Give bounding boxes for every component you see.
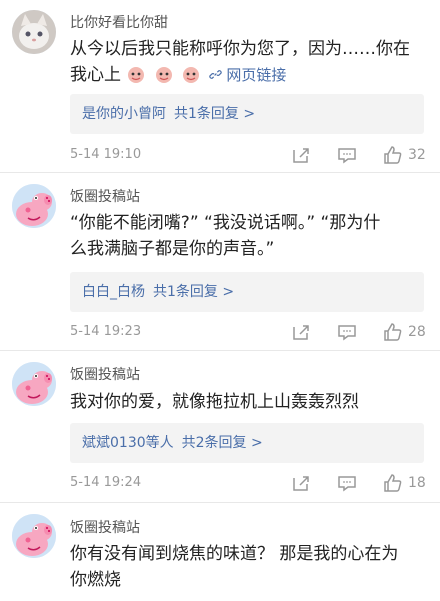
comment-text-line1: 从今以后我只能称呼你为您了，因为……你在 <box>70 39 410 59</box>
comment-text-line1: 你有没有闻到烧焦的味道？ 那是我的心在为 <box>70 544 399 564</box>
comment-meta: 5-14 19:24 18 <box>70 472 432 496</box>
reply-summary[interactable]: 白白_白杨 共1条回复 > <box>70 272 424 312</box>
avatar[interactable] <box>12 10 56 54</box>
reply-author[interactable]: 白白_白杨 <box>82 284 145 300</box>
timestamp: 5-14 19:10 <box>70 147 142 162</box>
divider <box>0 350 440 351</box>
comment-text-line2: 你燃烧 <box>70 570 121 590</box>
avatar[interactable] <box>12 362 56 406</box>
reply-count[interactable]: 共1条回复 > <box>174 106 255 122</box>
comment-text: “你能不能闭嘴?” “我没说话啊。” “那为什 么我满脑子都是你的声音。” <box>70 210 432 262</box>
reply-count[interactable]: 共2条回复 > <box>182 435 263 451</box>
timestamp: 5-14 19:23 <box>70 324 142 339</box>
reply-count[interactable]: 共1条回复 > <box>153 284 234 300</box>
avatar[interactable] <box>12 184 56 228</box>
reply-author[interactable]: 是你的小曾阿 <box>82 106 166 122</box>
emoji-icon <box>155 67 172 83</box>
timestamp: 5-14 19:24 <box>70 475 142 490</box>
share-icon[interactable] <box>290 144 312 166</box>
comment-text-line1: “你能不能闭嘴?” “我没说话啊。” “那为什 <box>70 213 381 233</box>
thumbs-up-icon[interactable] <box>382 472 404 494</box>
divider <box>0 172 440 173</box>
web-link-label[interactable]: 网页链接 <box>226 66 286 84</box>
username[interactable]: 比你好看比你甜 <box>70 12 168 32</box>
web-link[interactable]: 网页链接 <box>208 66 286 84</box>
thumbs-up-icon[interactable] <box>382 321 404 343</box>
peppa-pig-avatar-icon <box>12 362 56 406</box>
divider <box>0 502 440 503</box>
comment-text-line2: 我心上 网页链接 <box>70 62 432 88</box>
comment-icon[interactable] <box>336 144 358 166</box>
emoji-icon <box>128 67 145 83</box>
share-icon[interactable] <box>290 472 312 494</box>
comment-meta: 5-14 19:23 28 <box>70 321 432 345</box>
comment-meta: 5-14 19:10 32 <box>70 144 432 168</box>
thumbs-up-icon[interactable] <box>382 144 404 166</box>
cat-avatar-icon <box>12 10 56 54</box>
username[interactable]: 饭圈投稿站 <box>70 517 140 537</box>
peppa-pig-avatar-icon <box>12 514 56 558</box>
comment-text-line1: 我对你的爱，就像拖拉机上山轰轰烈烈 <box>70 392 359 412</box>
reply-summary[interactable]: 是你的小曾阿 共1条回复 > <box>70 94 424 134</box>
like-count: 32 <box>408 147 426 163</box>
comment-text: 从今以后我只能称呼你为您了，因为……你在 我心上 网页链接 <box>70 36 432 88</box>
comment-text-line2-text: 我心上 <box>70 65 121 85</box>
emoji-icon <box>183 67 200 83</box>
comment-icon[interactable] <box>336 321 358 343</box>
like-count: 28 <box>408 324 426 340</box>
peppa-pig-avatar-icon <box>12 184 56 228</box>
comment-icon[interactable] <box>336 472 358 494</box>
comment-text: 你有没有闻到烧焦的味道？ 那是我的心在为 你燃烧 <box>70 541 432 593</box>
like-count: 18 <box>408 475 426 491</box>
comment-text-line2: 么我满脑子都是你的声音。” <box>70 239 275 259</box>
username[interactable]: 饭圈投稿站 <box>70 186 140 206</box>
reply-summary[interactable]: 斌斌0130等人 共2条回复 > <box>70 423 424 463</box>
comment-text: 我对你的爱，就像拖拉机上山轰轰烈烈 <box>70 389 432 415</box>
reply-author[interactable]: 斌斌0130等人 <box>82 435 174 451</box>
share-icon[interactable] <box>290 321 312 343</box>
link-icon <box>208 70 222 79</box>
username[interactable]: 饭圈投稿站 <box>70 364 140 384</box>
avatar[interactable] <box>12 514 56 558</box>
